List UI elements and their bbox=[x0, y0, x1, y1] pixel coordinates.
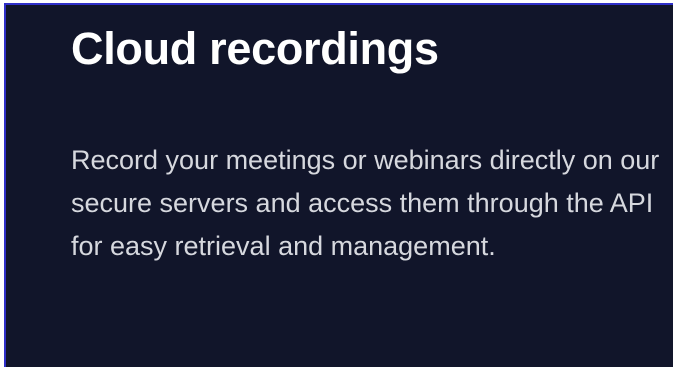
screenshot-frame: Cloud recordings Record your meetings or… bbox=[0, 0, 673, 367]
feature-title: Cloud recordings bbox=[71, 23, 439, 74]
feature-card: Cloud recordings Record your meetings or… bbox=[4, 3, 673, 367]
feature-description: Record your meetings or webinars directl… bbox=[71, 145, 660, 261]
